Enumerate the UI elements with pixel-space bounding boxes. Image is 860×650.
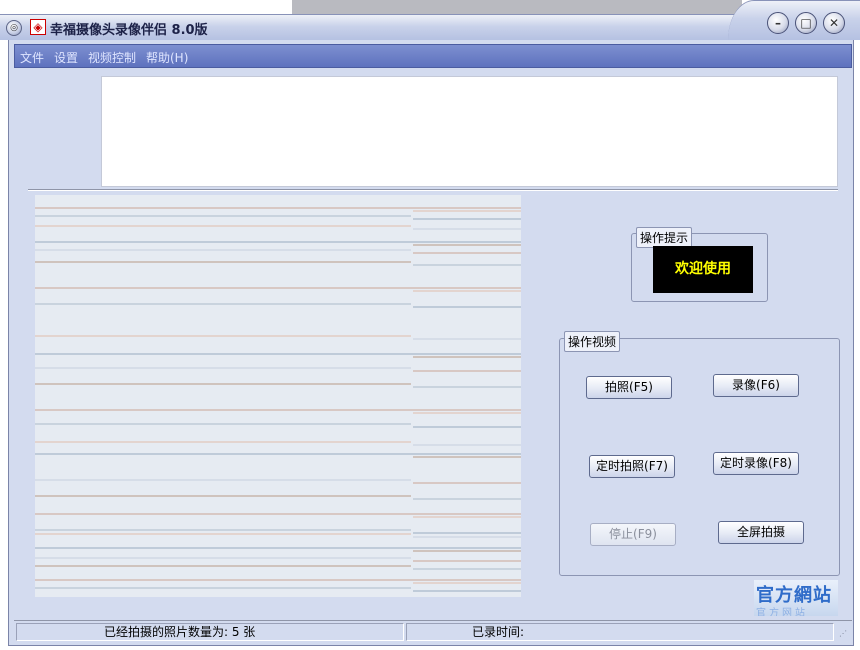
video-noise-stripe [35, 207, 521, 209]
hint-message: 欢迎使用 [653, 246, 753, 293]
separator [28, 189, 838, 191]
menu-bar: 文件 设置 视频控制 帮助(H) [14, 44, 852, 68]
video-noise-stripe [35, 529, 411, 531]
video-noise-stripe [35, 479, 411, 481]
banner-area [101, 76, 838, 187]
video-noise-stripe [413, 560, 521, 562]
menu-settings[interactable]: 设置 [54, 49, 78, 66]
video-noise-stripe [35, 557, 411, 559]
video-noise-stripe [413, 426, 521, 428]
video-noise-stripe [413, 306, 521, 308]
fullscreen-photo-button[interactable]: 全屏拍摄 [718, 521, 804, 544]
menu-help[interactable]: 帮助(H) [146, 49, 188, 66]
video-noise-stripe [413, 590, 521, 592]
video-noise-stripe [35, 225, 411, 227]
video-noise-stripe [35, 287, 521, 289]
logo-sub-text: 官方网站 [756, 608, 808, 616]
video-noise-stripe [413, 444, 521, 446]
video-noise-stripe [413, 356, 521, 358]
video-noise-stripe [35, 453, 521, 455]
minimize-button[interactable]: – [767, 12, 789, 34]
record-button[interactable]: 录像(F6) [713, 374, 799, 397]
video-noise-stripe [35, 335, 411, 337]
video-noise-stripe [413, 498, 521, 500]
video-noise-stripe [413, 264, 521, 266]
video-noise-stripe [413, 516, 521, 518]
video-noise-stripe [413, 228, 521, 230]
maximize-button[interactable]: □ [795, 12, 817, 34]
photo-count-text: 已经拍摄的照片数量为: 5 张 [104, 625, 256, 639]
video-noise-stripe [35, 565, 411, 567]
resize-grip-icon[interactable]: ⋰ [839, 629, 849, 639]
timed-record-button[interactable]: 定时录像(F8) [713, 452, 799, 475]
video-noise-stripe [35, 409, 521, 411]
title-bar[interactable]: ◎ ◈ 幸福摄像头录像伴侣 8.0版 – □ ✕ [0, 0, 860, 44]
video-noise-stripe [413, 210, 521, 212]
video-noise-stripe [413, 338, 521, 340]
video-noise-stripe [413, 252, 521, 254]
video-noise-stripe [35, 495, 411, 497]
video-noise-stripe [35, 241, 521, 243]
window-title: 幸福摄像头录像伴侣 8.0版 [50, 23, 208, 38]
status-pane-time [406, 623, 834, 641]
photo-button[interactable]: 拍照(F5) [586, 376, 672, 399]
video-noise-stripe [35, 261, 411, 263]
video-noise-stripe [413, 456, 521, 458]
video-noise-stripe [35, 579, 521, 581]
video-noise-stripe [35, 353, 521, 355]
video-noise-stripe [413, 550, 521, 552]
video-noise-stripe [35, 383, 411, 385]
video-noise-stripe [35, 249, 411, 251]
menu-file[interactable]: 文件 [20, 49, 44, 66]
menu-video-control[interactable]: 视频控制 [88, 49, 136, 66]
video-noise-stripe [413, 582, 521, 584]
app-icon: ◈ [30, 19, 46, 35]
video-noise-stripe [413, 244, 521, 246]
close-button[interactable]: ✕ [823, 12, 845, 34]
official-site-logo[interactable]: 官方網站 官方网站 [754, 580, 838, 616]
video-noise-stripe [413, 218, 521, 220]
desktop-strip [0, 0, 292, 14]
hint-group-title: 操作提示 [636, 227, 693, 248]
video-noise-stripe [413, 568, 521, 570]
video-preview [35, 195, 521, 597]
video-noise-stripe [35, 441, 411, 443]
desktop-strip-gray [292, 0, 742, 14]
timed-photo-button[interactable]: 定时拍照(F7) [589, 455, 675, 478]
video-noise-stripe [35, 533, 411, 535]
video-noise-stripe [413, 290, 521, 292]
video-noise-stripe [413, 482, 521, 484]
video-noise-stripe [35, 423, 411, 425]
video-noise-stripe [35, 513, 521, 515]
video-noise-stripe [413, 536, 521, 538]
video-noise-stripe [413, 370, 521, 372]
video-noise-stripe [35, 367, 411, 369]
video-noise-stripe [35, 215, 411, 217]
video-noise-stripe [35, 547, 521, 549]
status-bar: 已经拍摄的照片数量为: 5 张 已录时间: ⋰ [14, 620, 852, 642]
video-noise-stripe [413, 386, 521, 388]
stop-button[interactable]: 停止(F9) [590, 523, 676, 546]
app-window: ◎ ◈ 幸福摄像头录像伴侣 8.0版 – □ ✕ 文件 设置 视频控制 帮助(H… [0, 0, 860, 650]
video-control-title: 操作视频 [564, 331, 621, 352]
record-time-text: 已录时间: [472, 625, 525, 639]
video-noise-stripe [413, 532, 521, 534]
video-noise-stripe [35, 303, 411, 305]
video-noise-stripe [413, 412, 521, 414]
video-noise-stripe [35, 587, 411, 589]
system-menu-icon[interactable]: ◎ [6, 20, 22, 36]
